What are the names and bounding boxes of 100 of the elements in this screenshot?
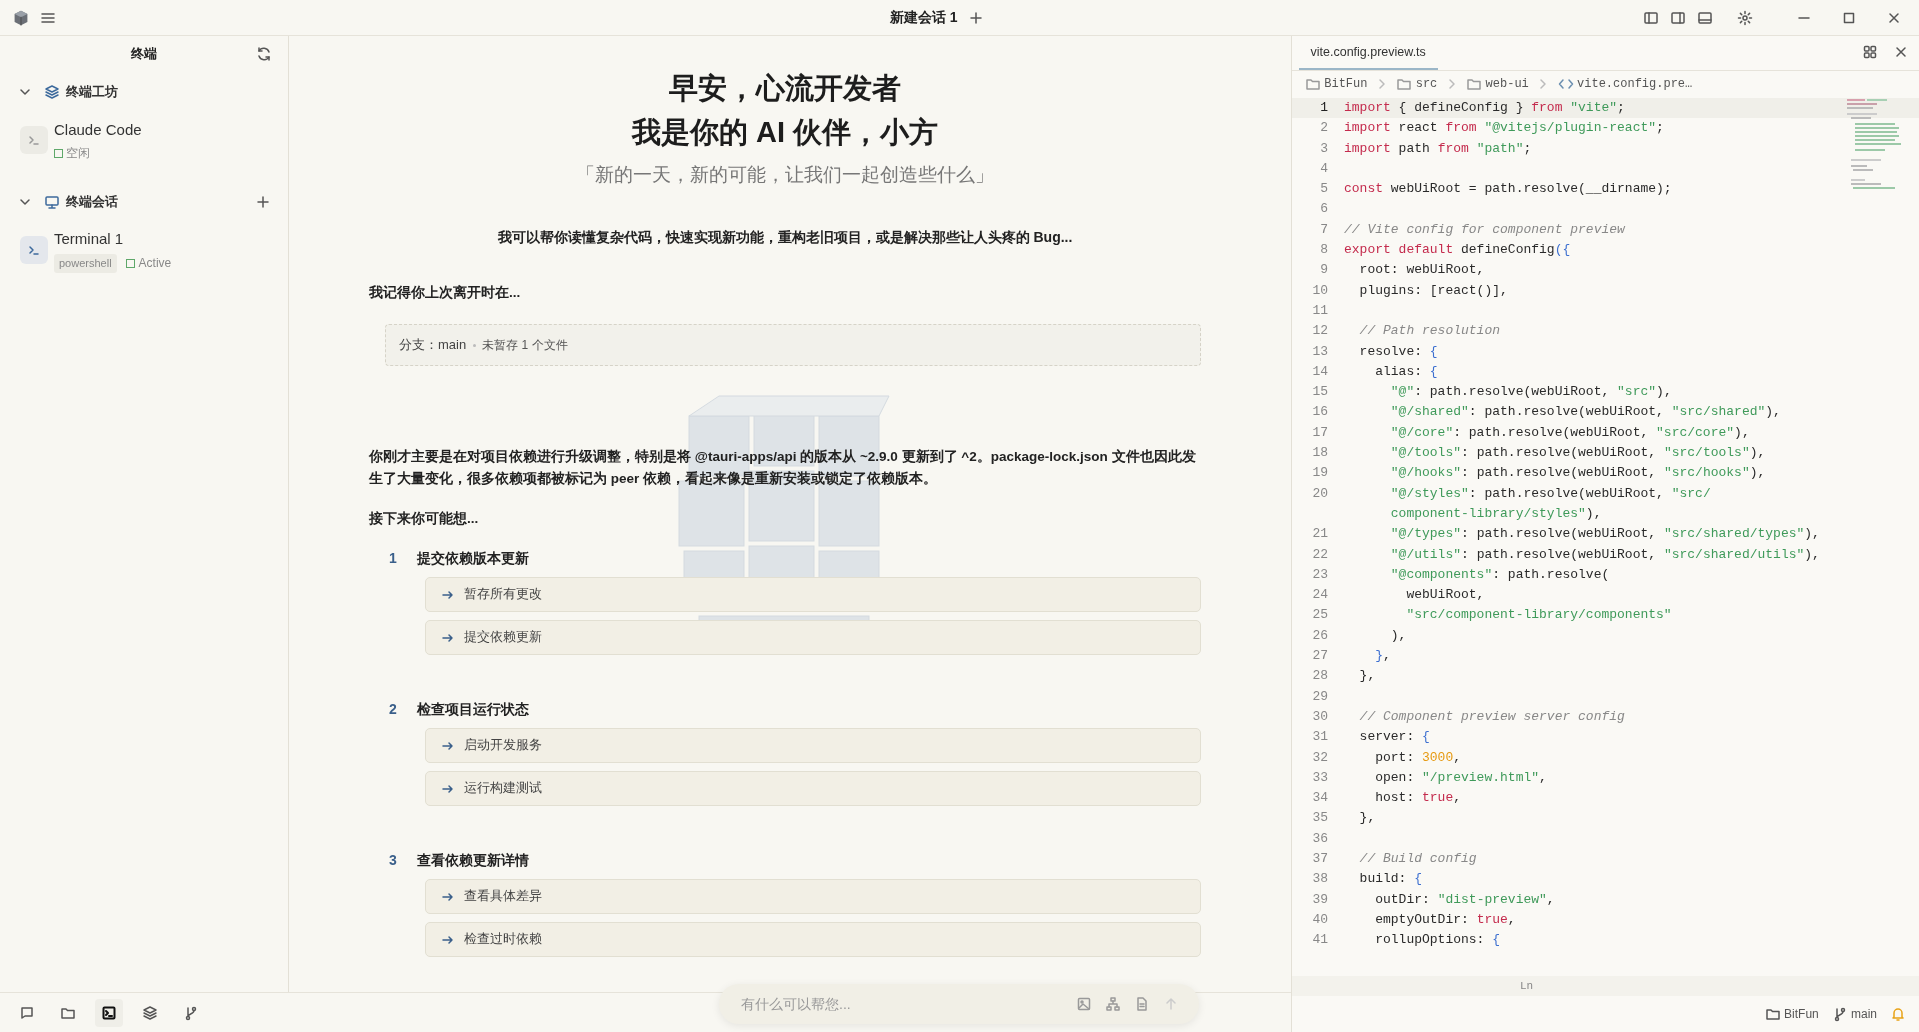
- line-number: 20: [1311, 484, 1329, 503]
- line-number: 23: [1311, 565, 1329, 584]
- code-line: build: {: [1358, 870, 1423, 889]
- breadcrumb-item[interactable]: src: [1415, 75, 1438, 93]
- changes-label: 未暂存 1 个文件: [482, 337, 568, 354]
- monitor-icon: [43, 193, 60, 210]
- intro-text: 我可以帮你读懂复杂代码，快速实现新功能，重构老旧项目，或是解决那些让人头疼的 Bug...: [496, 228, 1074, 247]
- sidebar-title: 终端: [131, 45, 157, 64]
- step-title: 检查项目运行状态: [417, 700, 529, 719]
- code-line: import react from "@vitejs/plugin-react";: [1344, 119, 1664, 138]
- suggestion-button[interactable]: 启动开发服务: [425, 728, 1201, 763]
- session-tab[interactable]: 新建会话 1: [889, 7, 958, 28]
- code-line: "@/hooks": path.resolve(webUiRoot, "src/hooks"),: [1389, 464, 1766, 483]
- code-line: resolve: {: [1358, 342, 1438, 361]
- layers-icon: [43, 84, 60, 100]
- line-number: 24: [1311, 586, 1329, 605]
- breadcrumb-item[interactable]: vite.config.pre…: [1577, 75, 1693, 93]
- step-number: 1: [389, 549, 398, 568]
- terminal-icon: [101, 1004, 117, 1021]
- line-number: 22: [1311, 545, 1329, 564]
- bottom-panel-icon: [1697, 9, 1713, 26]
- step-title: 提交依赖版本更新: [417, 549, 529, 568]
- line-number: 34: [1311, 789, 1329, 808]
- new-session-icon: [968, 9, 985, 26]
- line-number: 21: [1311, 525, 1329, 544]
- line-number: 11: [1311, 301, 1329, 320]
- status-text: Active: [138, 255, 172, 273]
- line-number: 10: [1311, 281, 1329, 300]
- suggestion-button[interactable]: 查看具体差异: [425, 879, 1201, 914]
- code-line: port: 3000,: [1374, 748, 1462, 767]
- suggestion-button[interactable]: 提交依赖更新: [425, 620, 1201, 655]
- split-view-icon: [1862, 43, 1878, 60]
- left-panel-icon: [1642, 9, 1659, 26]
- code-line: host: true,: [1374, 789, 1462, 808]
- code-line: outDir: "dist-preview",: [1374, 890, 1555, 909]
- branch-icon: [183, 1004, 199, 1021]
- line-number: 5: [1319, 180, 1329, 199]
- minimize-icon: [1795, 16, 1812, 19]
- workspace-name[interactable]: BitFun: [1784, 1005, 1819, 1023]
- code-line: "src/component-library/components": [1405, 606, 1672, 625]
- line-number: 19: [1311, 464, 1329, 483]
- chat-input-field[interactable]: 有什么可以帮您...: [719, 984, 1199, 1024]
- line-number: 31: [1311, 728, 1329, 747]
- line-number: 29: [1311, 687, 1329, 706]
- code-line: export default defineConfig({: [1344, 241, 1571, 260]
- status-icon: [54, 148, 63, 158]
- line-number: 30: [1311, 707, 1329, 726]
- line-number: 9: [1319, 261, 1329, 280]
- code-line: open: "/preview.html",: [1374, 768, 1547, 787]
- right-panel-icon: [1669, 9, 1686, 26]
- code-line: root: webUiRoot,: [1358, 261, 1485, 280]
- line-number: 41: [1311, 931, 1329, 950]
- chat-input[interactable]: 有什么可以帮您...: [739, 992, 1076, 1016]
- code-line: // Vite config for component preview: [1344, 220, 1625, 239]
- suggestion-button[interactable]: 暂存所有更改: [425, 577, 1201, 612]
- step-number: 2: [389, 700, 398, 719]
- branch-label: 分支：main: [399, 336, 467, 355]
- breadcrumb-item[interactable]: web-ui: [1485, 75, 1529, 93]
- terminal-nav-button[interactable]: [95, 998, 123, 1027]
- memory-heading: 我记得你上次离开时在...: [369, 284, 522, 302]
- line-number: 15: [1311, 383, 1329, 402]
- terminal-name: Terminal 1: [54, 229, 125, 250]
- step-title: 查看依赖更新详情: [417, 851, 529, 870]
- next-heading: 接下来你可能想...: [369, 510, 480, 528]
- code-line: webUiRoot,: [1405, 586, 1485, 605]
- hierarchy-icon: [1105, 996, 1121, 1012]
- line-number: 36: [1311, 829, 1329, 848]
- line-number: 33: [1311, 768, 1329, 787]
- branch-name[interactable]: main: [1851, 1005, 1877, 1023]
- folder-icon: [1305, 76, 1321, 92]
- line-number: 8: [1319, 241, 1329, 260]
- quote-text: 「新的一天，新的可能，让我们一起创造些什么」: [575, 162, 995, 187]
- code-line: component-library/styles"),: [1389, 504, 1602, 523]
- suggestion-button[interactable]: 检查过时依赖: [425, 922, 1201, 957]
- code-line: "@/shared": path.resolve(webUiRoot, "src/shared"),: [1389, 403, 1781, 422]
- line-number: 4: [1319, 159, 1329, 178]
- welcome-heading: 我是你的 AI 伙伴，小方: [630, 115, 940, 150]
- cursor-position: Ln: [1520, 978, 1534, 994]
- code-line: "@": path.resolve(webUiRoot, "src"),: [1389, 383, 1672, 402]
- code-line: },: [1374, 647, 1391, 665]
- line-number: 37: [1311, 850, 1329, 868]
- code-line: },: [1358, 809, 1376, 828]
- code-line: },: [1358, 667, 1376, 686]
- suggestion-button[interactable]: 运行构建测试: [425, 771, 1201, 806]
- image-icon: [1076, 996, 1092, 1012]
- code-line: rollupOptions: {: [1374, 931, 1501, 950]
- code-line: "@components": path.resolve(: [1389, 565, 1610, 584]
- line-number: 38: [1311, 870, 1329, 889]
- breadcrumb-item[interactable]: BitFun: [1324, 75, 1368, 93]
- line-number: 13: [1311, 342, 1329, 361]
- code-line: // Build config: [1358, 850, 1477, 868]
- settings-icon: [1737, 9, 1754, 26]
- section-title: 终端会话: [66, 193, 119, 211]
- code-line: "@/tools": path.resolve(webUiRoot, "src/tools"),: [1389, 444, 1766, 463]
- code-line: alias: {: [1374, 362, 1438, 381]
- welcome-heading: 早安，心流开发者: [668, 71, 902, 106]
- line-number: 2: [1319, 119, 1329, 138]
- editor-tab[interactable]: vite.config.preview.ts: [1298, 35, 1438, 70]
- code-line: "@/core": path.resolve(webUiRoot, "src/core"),: [1389, 423, 1750, 442]
- line-number: 6: [1319, 200, 1329, 219]
